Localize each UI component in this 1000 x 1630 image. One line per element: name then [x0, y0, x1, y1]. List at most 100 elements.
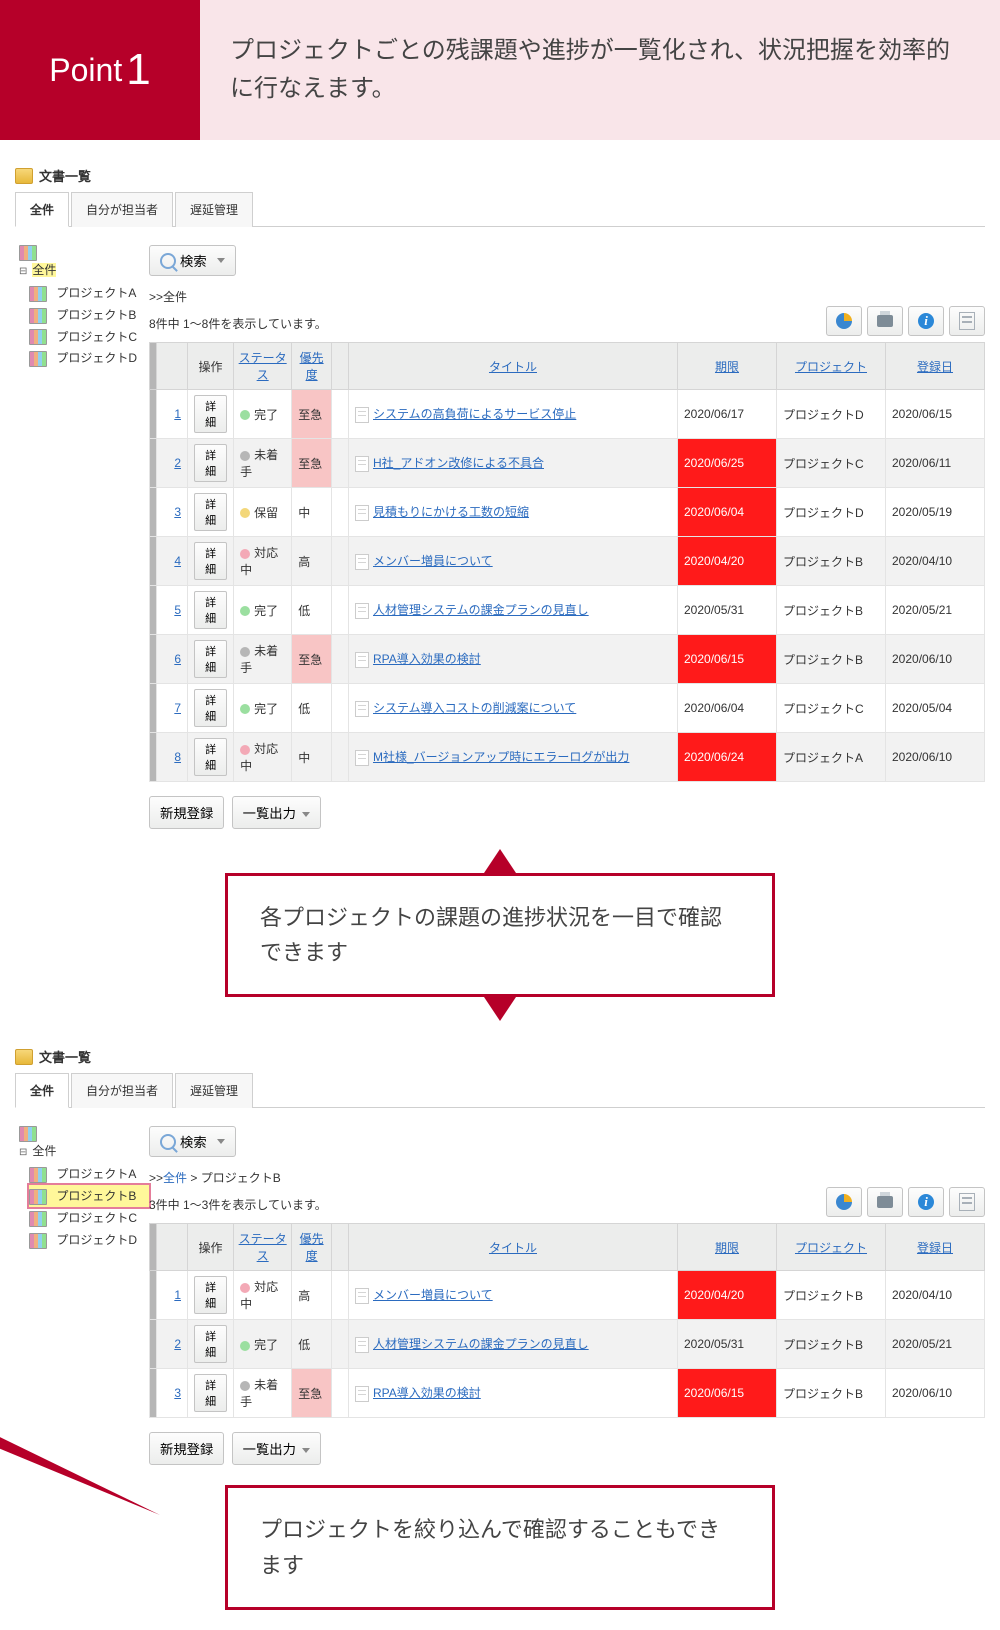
cell-reg: 2020/05/04: [886, 684, 985, 733]
col-status[interactable]: ステータス: [234, 343, 292, 390]
detail-button[interactable]: 詳細: [194, 444, 227, 482]
table-row: 1詳細対応中高メンバー増員について2020/04/20プロジェクトB2020/0…: [150, 1271, 985, 1320]
export-button[interactable]: 一覧出力: [232, 796, 321, 829]
row-handle[interactable]: [150, 390, 157, 439]
detail-button[interactable]: 詳細: [194, 1325, 227, 1363]
detail-button[interactable]: 詳細: [194, 542, 227, 580]
tree-root[interactable]: ⊟ 全件: [19, 245, 149, 278]
breadcrumb-all[interactable]: 全件: [163, 1171, 187, 1185]
row-number[interactable]: 3: [174, 505, 181, 519]
row-number[interactable]: 3: [174, 1386, 181, 1400]
col-title[interactable]: タイトル: [349, 1224, 678, 1271]
col-due[interactable]: 期限: [678, 1224, 777, 1271]
row-handle[interactable]: [150, 684, 157, 733]
breadcrumb: >>全件: [149, 288, 985, 305]
col-priority[interactable]: 優先度: [292, 343, 332, 390]
tab-0[interactable]: 全件: [15, 1073, 69, 1108]
tab-2[interactable]: 遅延管理: [175, 1073, 253, 1108]
tree-item-1[interactable]: プロジェクトB: [29, 1185, 149, 1207]
title-link[interactable]: メンバー増員について: [373, 554, 493, 568]
col-project[interactable]: プロジェクト: [777, 343, 886, 390]
col-title[interactable]: タイトル: [349, 343, 678, 390]
tree-item-3[interactable]: プロジェクトD: [29, 1229, 149, 1251]
list-button[interactable]: [949, 1187, 985, 1217]
tab-1[interactable]: 自分が担当者: [71, 192, 173, 227]
tree-root-label[interactable]: 全件: [32, 1144, 56, 1158]
row-number[interactable]: 2: [174, 456, 181, 470]
col-due[interactable]: 期限: [678, 343, 777, 390]
search-button[interactable]: 検索: [149, 1126, 236, 1157]
col-project[interactable]: プロジェクト: [777, 1224, 886, 1271]
tree-item-0[interactable]: プロジェクトA: [29, 282, 149, 304]
title-link[interactable]: システムの高負荷によるサービス停止: [373, 407, 576, 421]
row-handle[interactable]: [150, 439, 157, 488]
row-number[interactable]: 5: [174, 603, 181, 617]
title-link[interactable]: 人材管理システムの課金プランの見直し: [373, 603, 589, 617]
col-reg[interactable]: 登録日: [886, 343, 985, 390]
cell-due: 2020/06/04: [678, 684, 777, 733]
row-number[interactable]: 7: [174, 701, 181, 715]
tree-toggle-icon[interactable]: ⊟: [19, 1147, 29, 1158]
title-link[interactable]: 人材管理システムの課金プランの見直し: [373, 1337, 589, 1351]
tab-1[interactable]: 自分が担当者: [71, 1073, 173, 1108]
detail-button[interactable]: 詳細: [194, 493, 227, 531]
tree-item-3[interactable]: プロジェクトD: [29, 347, 149, 369]
row-number[interactable]: 1: [174, 407, 181, 421]
title-link[interactable]: RPA導入効果の検討: [373, 652, 481, 666]
info-icon: i: [918, 313, 934, 329]
new-button[interactable]: 新規登録: [149, 1432, 224, 1465]
tree-item-1[interactable]: プロジェクトB: [29, 304, 149, 326]
row-number[interactable]: 4: [174, 554, 181, 568]
callout-1-text: 各プロジェクトの課題の進捗状況を一目で確認できます: [225, 873, 775, 997]
title-link[interactable]: メンバー増員について: [373, 1288, 493, 1302]
row-handle[interactable]: [150, 1369, 157, 1418]
tab-2[interactable]: 遅延管理: [175, 192, 253, 227]
detail-button[interactable]: 詳細: [194, 738, 227, 776]
chart-button[interactable]: [826, 306, 862, 336]
col-status[interactable]: ステータス: [234, 1224, 292, 1271]
search-button[interactable]: 検索: [149, 245, 236, 276]
info-button[interactable]: i: [908, 1187, 944, 1217]
detail-button[interactable]: 詳細: [194, 640, 227, 678]
title-link[interactable]: H社_アドオン改修による不具合: [373, 456, 544, 470]
title-link[interactable]: システム導入コストの削減案について: [373, 701, 576, 715]
table-row: 8詳細対応中中M社様_バージョンアップ時にエラーログが出力2020/06/24プ…: [150, 733, 985, 782]
print-button[interactable]: [867, 1187, 903, 1217]
row-handle[interactable]: [150, 586, 157, 635]
chart-button[interactable]: [826, 1187, 862, 1217]
detail-button[interactable]: 詳細: [194, 395, 227, 433]
row-handle[interactable]: [150, 635, 157, 684]
row-number[interactable]: 8: [174, 750, 181, 764]
title-link[interactable]: M社様_バージョンアップ時にエラーログが出力: [373, 750, 629, 764]
row-number[interactable]: 2: [174, 1337, 181, 1351]
row-number[interactable]: 1: [174, 1288, 181, 1302]
tree-item-2[interactable]: プロジェクトC: [29, 326, 149, 348]
tree-root[interactable]: ⊟ 全件: [19, 1126, 149, 1159]
print-button[interactable]: [867, 306, 903, 336]
cell-title: 人材管理システムの課金プランの見直し: [349, 1320, 678, 1369]
title-link[interactable]: RPA導入効果の検討: [373, 1386, 481, 1400]
title-link[interactable]: 見積もりにかける工数の短縮: [373, 505, 529, 519]
detail-button[interactable]: 詳細: [194, 1374, 227, 1412]
row-handle[interactable]: [150, 1320, 157, 1369]
row-handle[interactable]: [150, 537, 157, 586]
table-row: 5詳細完了低人材管理システムの課金プランの見直し2020/05/31プロジェクト…: [150, 586, 985, 635]
tree-root-label[interactable]: 全件: [32, 263, 56, 277]
detail-button[interactable]: 詳細: [194, 689, 227, 727]
tree-item-0[interactable]: プロジェクトA: [29, 1163, 149, 1185]
row-number[interactable]: 6: [174, 652, 181, 666]
tree-toggle-icon[interactable]: ⊟: [19, 266, 29, 277]
row-handle[interactable]: [150, 733, 157, 782]
info-button[interactable]: i: [908, 306, 944, 336]
export-button[interactable]: 一覧出力: [232, 1432, 321, 1465]
detail-button[interactable]: 詳細: [194, 591, 227, 629]
row-handle[interactable]: [150, 1271, 157, 1320]
tab-0[interactable]: 全件: [15, 192, 69, 227]
row-handle[interactable]: [150, 488, 157, 537]
list-button[interactable]: [949, 306, 985, 336]
detail-button[interactable]: 詳細: [194, 1276, 227, 1314]
new-button[interactable]: 新規登録: [149, 796, 224, 829]
tree-item-2[interactable]: プロジェクトC: [29, 1207, 149, 1229]
col-reg[interactable]: 登録日: [886, 1224, 985, 1271]
col-priority[interactable]: 優先度: [292, 1224, 332, 1271]
